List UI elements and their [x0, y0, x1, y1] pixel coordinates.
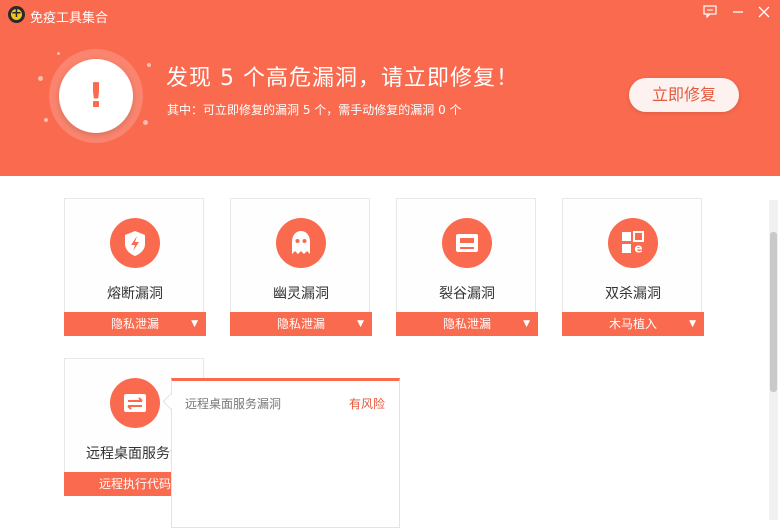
vuln-category-dropdown[interactable]: 隐私泄漏 ▼ — [230, 312, 372, 336]
vuln-category: 隐私泄漏 — [110, 317, 159, 331]
vuln-category-dropdown[interactable]: 隐私泄漏 ▼ — [64, 312, 206, 336]
transfer-icon — [110, 378, 160, 428]
fix-now-button[interactable]: 立即修复 — [629, 78, 739, 112]
ie-grid-icon: e — [608, 218, 658, 268]
vuln-category: 隐私泄漏 — [442, 317, 491, 331]
caret-down-icon: ▼ — [191, 319, 198, 329]
popup-vuln-name: 远程桌面服务漏洞 — [185, 397, 282, 411]
ghost-icon — [276, 218, 326, 268]
alert-badge: ! — [59, 59, 133, 133]
vuln-card: e 双杀漏洞 木马植入 ▼ — [562, 198, 704, 336]
vuln-category-dropdown[interactable]: 隐私泄漏 ▼ — [396, 312, 538, 336]
popup-risk-status: 有风险 — [348, 397, 385, 411]
vuln-card: 裂谷漏洞 隐私泄漏 ▼ — [396, 198, 538, 336]
vuln-name: 熔断漏洞 — [107, 286, 163, 302]
vuln-name: 幽灵漏洞 — [273, 286, 329, 302]
caret-down-icon: ▼ — [689, 319, 696, 329]
alert-header: 免疫工具集合 ! 发现 5 个高危漏洞，请立即修复！ 其中：可立即修复的漏洞 5… — [0, 0, 780, 176]
close-icon[interactable] — [753, 4, 775, 24]
caret-down-icon: ▼ — [357, 319, 364, 329]
vuln-card: 熔断漏洞 隐私泄漏 ▼ — [64, 198, 206, 336]
app-title: 免疫工具集合 — [30, 11, 109, 26]
feedback-icon[interactable] — [699, 4, 721, 24]
minimize-icon[interactable] — [727, 4, 749, 24]
scrollbar-thumb[interactable] — [770, 232, 777, 392]
vuln-category: 隐私泄漏 — [276, 317, 325, 331]
caret-down-icon: ▼ — [523, 319, 530, 329]
vuln-card: 幽灵漏洞 隐私泄漏 ▼ — [230, 198, 372, 336]
app-logo-icon — [8, 5, 25, 23]
alert-headline: 发现 5 个高危漏洞，请立即修复！ — [166, 66, 519, 91]
vuln-name: 双杀漏洞 — [605, 286, 661, 302]
exclamation-icon: ! — [88, 76, 104, 116]
vuln-detail-popup: 远程桌面服务漏洞 有风险 — [162, 378, 400, 528]
vuln-category: 远程执行代码 — [98, 477, 171, 491]
title-bar: 免疫工具集合 — [0, 0, 780, 30]
alert-summary: 其中：可立即修复的漏洞 5 个，需手动修复的漏洞 0 个 — [167, 103, 462, 117]
shield-bolt-icon — [110, 218, 160, 268]
vuln-category: 木马植入 — [608, 317, 657, 331]
vuln-name: 裂谷漏洞 — [439, 286, 495, 302]
vuln-category-dropdown[interactable]: 木马植入 ▼ — [562, 312, 704, 336]
card-icon — [442, 218, 492, 268]
svg-text:e: e — [634, 242, 642, 256]
